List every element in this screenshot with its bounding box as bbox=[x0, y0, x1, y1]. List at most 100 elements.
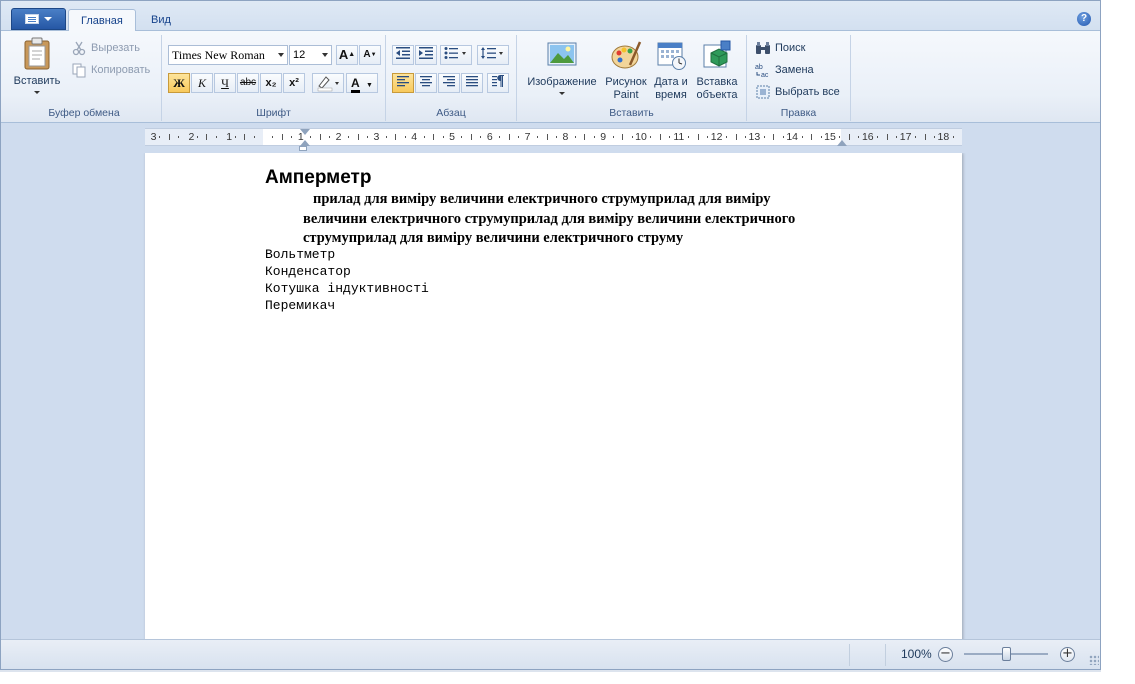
copy-button[interactable]: Копировать bbox=[71, 62, 150, 78]
document-page[interactable]: Амперметр прилад для виміру величини еле… bbox=[145, 153, 962, 639]
text-line-switch[interactable]: Перемикач bbox=[265, 298, 335, 313]
grow-font-icon: ▲ bbox=[348, 51, 356, 58]
highlight-color-button[interactable] bbox=[312, 73, 344, 93]
ruler-tick bbox=[546, 134, 548, 140]
right-indent-marker[interactable] bbox=[837, 140, 847, 146]
ruler-tick bbox=[735, 134, 737, 140]
font-family-select[interactable]: Times New Roman bbox=[168, 45, 288, 65]
ruler-tick bbox=[508, 134, 510, 140]
increase-indent-button[interactable] bbox=[415, 45, 437, 65]
text-line-voltmeter[interactable]: Вольтметр bbox=[265, 247, 335, 262]
bold-button[interactable]: Ж bbox=[168, 73, 190, 93]
text-line-capacitor[interactable]: Конденсатор bbox=[265, 264, 351, 279]
ruler-tick bbox=[329, 136, 331, 138]
application-menu-button[interactable] bbox=[11, 8, 66, 30]
ruler-tick bbox=[612, 136, 614, 138]
zoom-in-button[interactable]: + bbox=[1060, 647, 1075, 662]
ruler-tick bbox=[499, 136, 501, 138]
cut-button[interactable]: Вырезать bbox=[71, 40, 140, 56]
list-button[interactable] bbox=[440, 45, 472, 65]
align-center-button[interactable] bbox=[415, 73, 437, 93]
ruler-tick bbox=[234, 136, 236, 138]
clipboard-group: Вставить Вырезать Копировать Буфер обмен… bbox=[7, 35, 162, 121]
zoom-slider-thumb[interactable] bbox=[1002, 647, 1011, 661]
scissors-icon bbox=[72, 41, 86, 56]
horizontal-ruler[interactable]: 3 2 1 1 2 3 4 5 6 7 8 9 10 11 12 13 14 15 16 17 18 bbox=[145, 128, 962, 151]
ruler-tick bbox=[215, 136, 217, 138]
clipboard-icon bbox=[24, 37, 50, 70]
resize-grip-icon[interactable] bbox=[1089, 655, 1099, 665]
font-group: Times New Roman 12 A▲ A▼ Ж К Ч abc x₂ x² bbox=[162, 35, 386, 121]
italic-button[interactable]: К bbox=[191, 73, 213, 93]
ruler-tick bbox=[423, 136, 425, 138]
ruler-number: 3 bbox=[150, 131, 157, 143]
font-size-select[interactable]: 12 bbox=[289, 45, 332, 65]
font-family-value: Times New Roman bbox=[172, 48, 265, 62]
select-all-button[interactable]: Выбрать все bbox=[755, 84, 840, 100]
ruler-tick bbox=[631, 136, 633, 138]
insert-object-icon bbox=[703, 40, 731, 68]
document-heading[interactable]: Амперметр bbox=[265, 167, 371, 189]
ruler-tick bbox=[385, 136, 387, 138]
insert-object-button[interactable]: Вставка объекта bbox=[693, 39, 741, 102]
ruler-number: 15 bbox=[824, 131, 836, 143]
tab-view[interactable]: Вид bbox=[139, 9, 183, 32]
ruler-tick bbox=[433, 134, 435, 140]
clipboard-group-label: Буфер обмена bbox=[48, 107, 120, 119]
ruler-tick bbox=[924, 134, 926, 140]
zoom-out-button[interactable]: − bbox=[938, 647, 953, 662]
highlighter-icon bbox=[317, 76, 339, 92]
superscript-button[interactable]: x² bbox=[283, 73, 305, 93]
ruler-number: 1 bbox=[297, 131, 304, 143]
object-label-2: объекта bbox=[696, 89, 738, 101]
ruler-tick bbox=[622, 134, 624, 140]
svg-text:ac: ac bbox=[761, 72, 769, 78]
text-color-dropdown-icon: ▼ bbox=[366, 82, 373, 89]
underline-button[interactable]: Ч bbox=[214, 73, 236, 93]
text-color-button[interactable]: A ▼ bbox=[346, 73, 378, 93]
align-center-icon bbox=[420, 76, 432, 87]
date-time-button[interactable]: Дата и время bbox=[650, 39, 692, 102]
left-indent-marker[interactable] bbox=[299, 146, 307, 151]
subscript-button[interactable]: x₂ bbox=[260, 73, 282, 93]
ruler-number: 18 bbox=[937, 131, 950, 143]
align-left-button[interactable] bbox=[392, 73, 414, 93]
decrease-indent-button[interactable] bbox=[392, 45, 414, 65]
paragraph-settings-button[interactable] bbox=[487, 73, 509, 93]
replace-icon: ab ac bbox=[755, 64, 769, 78]
justify-button[interactable] bbox=[461, 73, 483, 93]
paste-button[interactable]: Вставить bbox=[13, 37, 61, 94]
datetime-label-1: Дата и bbox=[654, 76, 688, 88]
ruler-tick bbox=[404, 136, 406, 138]
align-right-button[interactable] bbox=[438, 73, 460, 93]
document-area: Амперметр прилад для виміру величини еле… bbox=[1, 153, 1100, 639]
ruler-tick bbox=[159, 136, 161, 138]
find-label: Поиск bbox=[775, 42, 806, 54]
bold-paragraph[interactable]: прилад для виміру величини електричного … bbox=[303, 190, 833, 249]
line-spacing-button[interactable] bbox=[477, 45, 509, 65]
strikethrough-button[interactable]: abc bbox=[237, 73, 259, 93]
ruler-tick bbox=[480, 136, 482, 138]
ruler-tick bbox=[555, 136, 557, 138]
ruler-tick bbox=[244, 134, 246, 140]
ruler-tick bbox=[688, 136, 690, 138]
insert-image-button[interactable]: Изображение bbox=[523, 39, 601, 95]
ruler-number: 2 bbox=[335, 131, 342, 143]
ruler-tick bbox=[168, 134, 170, 140]
tab-home[interactable]: Главная bbox=[68, 9, 136, 32]
ruler-tick bbox=[763, 136, 765, 138]
font-size-value: 12 bbox=[293, 49, 306, 61]
help-icon[interactable]: ? bbox=[1077, 12, 1091, 26]
find-button[interactable]: Поиск bbox=[755, 40, 805, 56]
text-line-inductor[interactable]: Котушка індуктивності bbox=[265, 281, 429, 296]
ruler-tick bbox=[206, 134, 208, 140]
paragraph-group: Абзац bbox=[386, 35, 517, 121]
ruler-tick bbox=[319, 134, 321, 140]
binoculars-icon bbox=[756, 42, 770, 54]
replace-button[interactable]: ab ac Замена bbox=[755, 62, 814, 78]
shrink-font-button[interactable]: A▼ bbox=[359, 45, 381, 65]
insert-image-dropdown-icon bbox=[559, 92, 565, 95]
grow-font-button[interactable]: A▲ bbox=[336, 45, 358, 65]
paint-drawing-button[interactable]: Рисунок Paint bbox=[603, 39, 649, 102]
ruler-tick bbox=[310, 136, 312, 138]
